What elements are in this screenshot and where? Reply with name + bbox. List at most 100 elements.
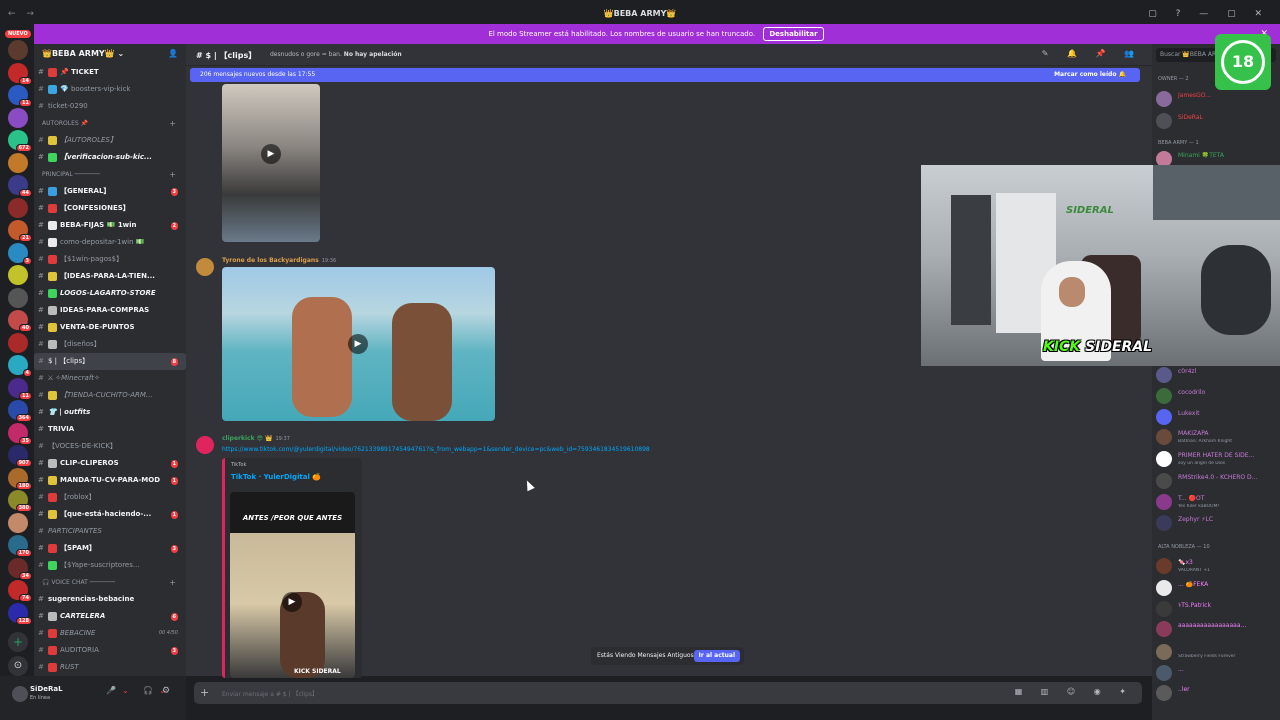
member-item[interactable]: PRIMER HATER DE SIDE... soy un angel de D… [1156,450,1278,468]
discover-icon[interactable]: ⊙ [8,656,28,676]
message-author[interactable]: cliperkick 😎 👑 19:37 [222,435,290,442]
server-icon[interactable]: 11 [8,377,32,400]
channel-item[interactable]: # CLIP-CLIPEROS 1 [34,455,186,472]
new-messages-bar[interactable]: 206 mensajes nuevos desde las 17:55 Marc… [190,68,1140,82]
server-icon[interactable] [8,107,28,128]
member-item[interactable]: 🍬x3 VALORANT +1 [1156,557,1278,575]
channel-category[interactable]: AUTOROLES 📌 + [34,115,186,132]
member-item[interactable]: SiDeRaL [1156,112,1278,130]
server-icon[interactable]: 364 [8,400,32,422]
channel-item[interactable]: # 【diseños】 [34,336,186,353]
server-icon[interactable]: 3 [8,242,32,265]
channel-item[interactable]: # BEBACINE 00 4/50 [34,625,186,642]
channel-item[interactable]: # sugerencias-bebacine [34,591,186,608]
server-icon[interactable] [8,287,28,308]
play-icon[interactable]: ▶ [282,592,302,612]
channel-item[interactable]: # RUST [34,659,186,676]
channel-item[interactable]: # 【TIENDA-CUCHITO-ARM... [34,387,186,404]
video-attachment[interactable]: ▶ [222,84,320,242]
channel-item[interactable]: # 【AUTOROLES】 [34,132,186,149]
header-icons[interactable]: ✎ 🔔 📌 👥 [1042,49,1142,58]
member-item[interactable]: Lukexit [1156,408,1278,426]
server-icon[interactable] [8,197,28,218]
channel-item[interactable]: # 【roblox】 [34,489,186,506]
channel-item[interactable]: # PARTICIPANTES [34,523,186,540]
member-item[interactable]: MAKIZAPA Batman: Arkham Knight [1156,428,1278,446]
channel-item[interactable]: # ⚔ ✧Minecraft✧ [34,370,186,387]
server-icon[interactable]: 34 [8,557,32,580]
channel-item[interactable]: # 👕 | outfits [34,404,186,421]
channel-item[interactable]: # $ | 【clips】 8 [34,353,186,370]
member-item[interactable]: ... [1156,664,1278,682]
channel-item[interactable]: # AUDITORIA 3 [34,642,186,659]
member-item[interactable]: cocodrilo [1156,387,1278,405]
channel-item[interactable]: # 💎 boosters-vip-kick [34,81,186,98]
channel-item[interactable]: # 【que-está-haciendo-... 1 [34,506,186,523]
message-author[interactable]: Tyrone de los Backyardigans 19:36 [222,257,336,264]
server-icon[interactable]: 74 [8,580,32,602]
server-icon[interactable] [8,332,28,353]
channel-category[interactable]: PRINCIPAL ─────── + [34,166,186,183]
server-icon[interactable]: 672 [8,130,32,152]
server-icon[interactable]: 14 [8,62,32,85]
channel-item[interactable]: # 📌 TICKET [34,64,186,81]
channel-item[interactable]: # 【$Yape-suscriptores... [34,557,186,574]
add-channel-icon[interactable]: + [169,166,176,183]
channel-item[interactable]: # VENTA-DE-PUNTOS [34,319,186,336]
channel-item[interactable]: # 【IDEAS-PARA-LA-TIEN... [34,268,186,285]
video-attachment[interactable]: ▶ [222,267,495,421]
member-item[interactable]: RMStrike4.0 - KCHERO D... [1156,472,1278,490]
message-input[interactable]: Enviar mensaje a # $ | 【clips】 [222,689,318,698]
add-channel-icon[interactable]: + [169,574,176,591]
server-icon[interactable] [8,40,28,60]
server-icon[interactable]: 180 [8,467,32,490]
member-item[interactable]: ..ler [1156,684,1278,702]
disable-streamer-button[interactable]: Deshabilitar [763,27,824,41]
server-icon[interactable]: 11 [8,85,32,107]
server-icon[interactable] [8,265,28,285]
server-icon[interactable] [8,512,28,533]
channel-item[interactable]: # MANDA-TU-CV-PARA-MOD 1 [34,472,186,489]
server-icon[interactable]: 907 [8,445,32,467]
server-icon[interactable] [8,152,28,173]
member-item[interactable]: c0r4zl [1156,366,1278,384]
video-attachment[interactable]: ANTES /PEOR QUE ANTES ▶ KICK SIDERAL [230,492,355,678]
avatar[interactable] [12,686,28,702]
channel-item[interactable]: # ticket-0290 [34,98,186,115]
channel-item[interactable]: # LOGOS-LAGARTO-STORE [34,285,186,302]
jump-present-button[interactable]: Ir al actual [693,650,740,662]
server-icon[interactable]: 128 [8,602,32,625]
channel-item[interactable]: # 【VOCES-DE-KICK】 [34,438,186,455]
server-icon[interactable]: 170 [8,535,32,557]
attach-icon[interactable]: + [200,686,209,699]
add-channel-icon[interactable]: + [169,115,176,132]
mark-read-button[interactable]: Marcar como leído 🔔 [1054,68,1126,82]
server-icon[interactable]: 21 [8,220,32,242]
member-item[interactable]: aaaaaaaaaaaaaaaaa... [1156,620,1278,638]
composer-tools[interactable]: ▦ ▥ ☺ ◉ ✦ [1015,687,1134,696]
channel-item[interactable]: # CARTELERA 6 [34,608,186,625]
member-item[interactable]: ⚕TS.Patrick [1156,600,1278,618]
channel-item[interactable]: # 【SPAM】 3 [34,540,186,557]
member-item[interactable]: Strawberry Fields Forever [1156,643,1278,661]
channel-item[interactable]: # 【CONFESIONES】 [34,200,186,217]
embed-title[interactable]: TikTok · YulerDigital 🍊 [231,473,321,481]
server-header[interactable]: 👑BEBA ARMY👑 ⌄ 👤 [34,44,186,64]
channel-item[interactable]: # TRIVIA [34,421,186,438]
message-link[interactable]: https://www.tiktok.com/@yulerdigital/vid… [222,446,650,453]
add-server-icon[interactable]: + [8,632,28,652]
server-icon[interactable]: 40 [8,310,32,332]
member-item[interactable]: T... 🔴OT Yes Kiler kaBOOM! [1156,493,1278,511]
avatar[interactable] [196,436,214,454]
member-item[interactable]: Zephyr ⚡LC [1156,514,1278,532]
channel-item[interactable]: # IDEAS-PARA-COMPRAS [34,302,186,319]
channel-item[interactable]: # 【$1win-pagos$】 [34,251,186,268]
channel-item[interactable]: # como-depositar-1win 💵 [34,234,186,251]
server-icon[interactable]: 44 [8,175,32,197]
play-icon[interactable]: ▶ [348,334,368,354]
avatar[interactable] [196,258,214,276]
server-icon[interactable]: 35 [8,422,32,445]
channel-topic[interactable]: desnudos o gore = ban. No hay apelación [270,51,402,58]
member-item[interactable]: JamesGO... [1156,90,1278,108]
server-icon[interactable]: 4 [8,355,32,377]
